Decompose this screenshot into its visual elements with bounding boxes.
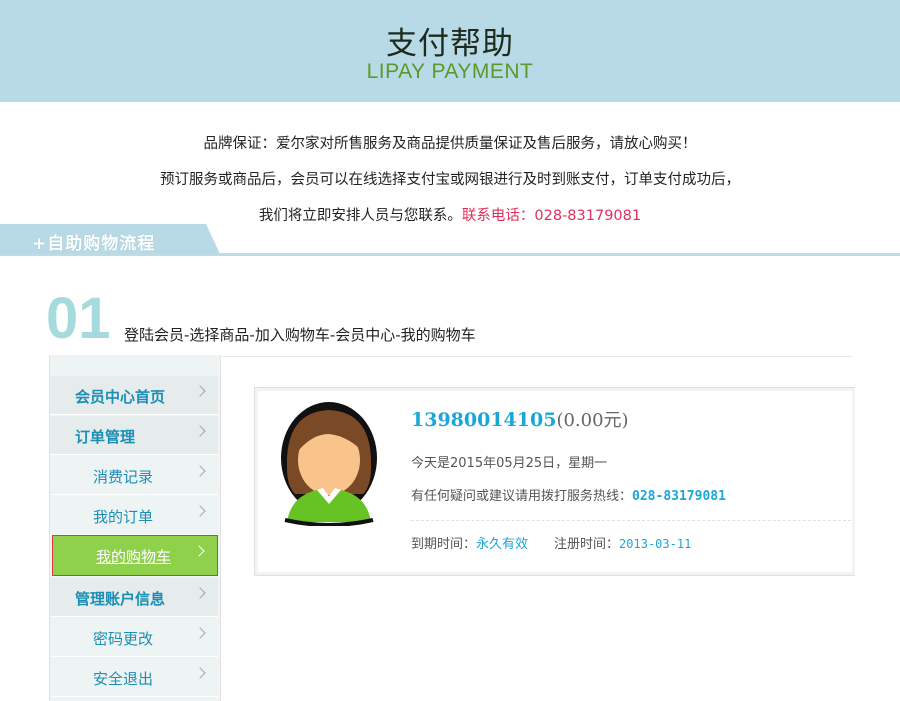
intro-line-2: 预订服务或商品后，会员可以在线选择支付宝或网银进行及时到账支付，订单支付成功后， — [160, 172, 740, 188]
intro-line-1: 品牌保证：爱尔家对所售服务及商品提供质量保证及售后服务，请放心购买！ — [203, 136, 697, 152]
sidebar-item-label: 管理账户信息 — [75, 590, 166, 608]
avatar — [281, 402, 377, 526]
sidebar-item-label: 会员中心首页 — [75, 388, 166, 406]
content-divider — [219, 356, 852, 357]
sidebar-item-consumption-records[interactable]: 消费记录 — [50, 456, 218, 495]
profile-card: 13980014105(0.00元) 今天是2015年05月25日，星期一 有任… — [254, 387, 855, 576]
sidebar-item-my-cart[interactable]: 我的购物车 — [52, 535, 218, 576]
register-label: 注册时间： — [554, 537, 620, 552]
expire-value: 永久有效 — [476, 537, 529, 552]
member-sidebar: 会员中心首页 订单管理 消费记录 我的订单 我的购物车 管理账户信息 密码更改 … — [49, 355, 221, 701]
sidebar-item-account-management[interactable]: 管理账户信息 — [50, 578, 218, 617]
account-number: 13980014105 — [411, 409, 557, 431]
sidebar-item-change-password[interactable]: 密码更改 — [50, 618, 218, 657]
sidebar-item-logout[interactable]: 安全退出 — [50, 658, 218, 697]
page-header: 支付帮助 LIPAY PAYMENT — [0, 0, 900, 102]
contact-hotline: 联系电话：028-83179081 — [461, 208, 642, 224]
sidebar-item-label: 消费记录 — [93, 468, 154, 486]
register-value: 2013-03-11 — [619, 537, 692, 551]
account-id: 13980014105(0.00元) — [411, 406, 629, 432]
today-date: 今天是2015年05月25日，星期一 — [411, 456, 608, 471]
expire-label: 到期时间： — [411, 537, 477, 552]
membership-dates: 到期时间：永久有效 注册时间：2013-03-11 — [411, 533, 691, 552]
chevron-right-icon — [194, 667, 206, 679]
sidebar-item-label: 我的购物车 — [96, 548, 172, 566]
sidebar-item-label: 安全退出 — [93, 670, 154, 688]
account-balance: (0.00元) — [556, 410, 629, 431]
sidebar-item-label: 订单管理 — [75, 428, 136, 446]
chevron-right-icon — [194, 587, 206, 599]
step-description: 登陆会员-选择商品-加入购物车-会员中心-我的购物车 — [124, 326, 476, 344]
chevron-right-icon — [194, 425, 206, 437]
service-hotline: 有任何疑问或建议请用拨打服务热线：028-83179081 — [411, 485, 726, 504]
chevron-right-icon — [194, 505, 206, 517]
intro-line-3-text: 我们将立即安排人员与您联系。 — [258, 208, 462, 224]
sidebar-item-order-management[interactable]: 订单管理 — [50, 416, 218, 455]
sidebar-item-member-home[interactable]: 会员中心首页 — [50, 376, 218, 415]
card-divider — [411, 520, 851, 521]
sidebar-item-label: 密码更改 — [93, 630, 154, 648]
chevron-right-icon — [194, 465, 206, 477]
chevron-right-icon — [193, 545, 205, 557]
page-title: 支付帮助 — [386, 26, 514, 62]
sidebar-item-my-orders[interactable]: 我的订单 — [50, 496, 218, 535]
hotline-label: 有任何疑问或建议请用拨打服务热线： — [411, 489, 633, 504]
flow-section-bar: +自助购物流程 — [0, 224, 900, 256]
hotline-number: 028-83179081 — [632, 489, 726, 504]
sidebar-item-label: 我的订单 — [93, 508, 154, 526]
page-subtitle: LIPAY PAYMENT — [366, 60, 534, 83]
intro-line-3: 我们将立即安排人员与您联系。联系电话：028-83179081 — [0, 204, 900, 225]
chevron-right-icon — [194, 627, 206, 639]
step-number: 01 — [46, 286, 111, 351]
flow-tab-label: +自助购物流程 — [32, 234, 156, 254]
chevron-right-icon — [194, 385, 206, 397]
